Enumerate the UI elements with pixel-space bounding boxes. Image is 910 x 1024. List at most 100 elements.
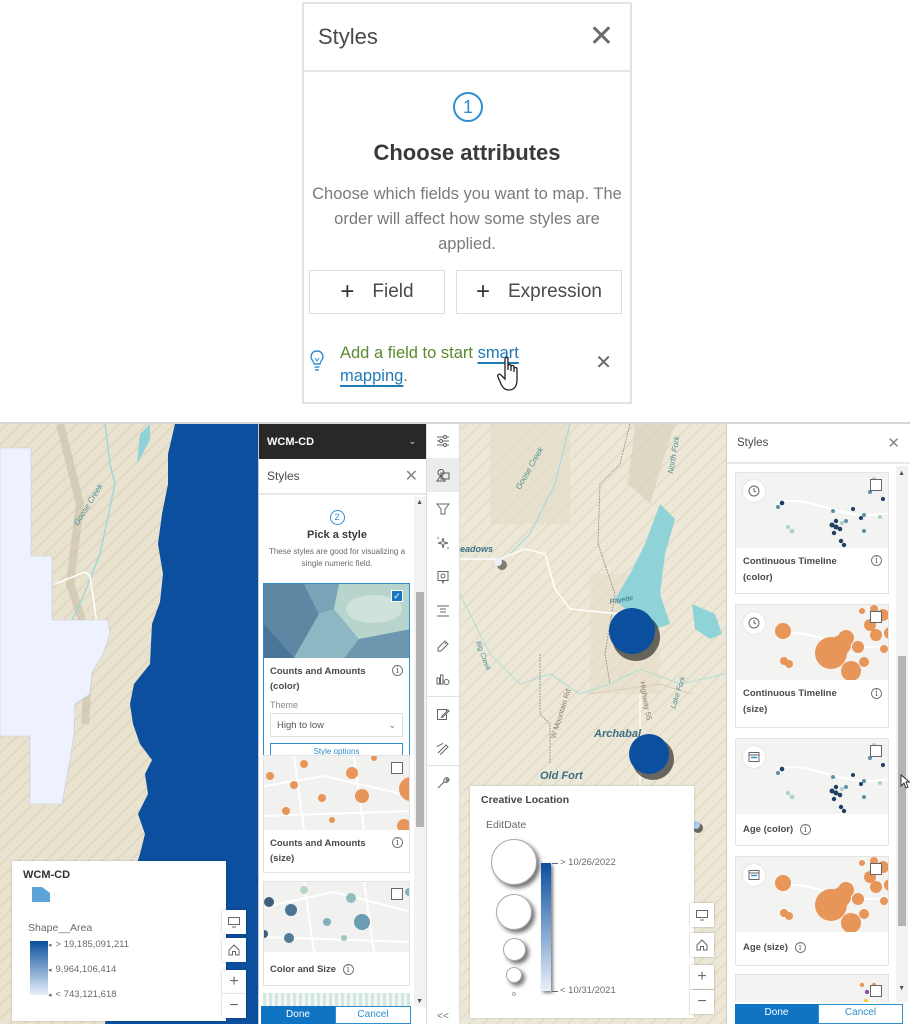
labels-icon: [437, 640, 449, 652]
zoom-out-button[interactable]: −: [222, 994, 246, 1018]
style-list[interactable]: Continuous Timeline (color) i Continuous…: [727, 466, 895, 1002]
calendar-icon: [748, 870, 760, 880]
labels-button[interactable]: [427, 628, 459, 662]
theme-select[interactable]: High to low ⌄: [270, 713, 403, 737]
scroll-down-icon[interactable]: ▼: [898, 985, 905, 992]
badge: [743, 612, 765, 634]
properties-button[interactable]: [427, 424, 459, 458]
edit-button[interactable]: [427, 697, 459, 731]
close-icon[interactable]: ✕: [887, 434, 900, 452]
step-description: Choose which fields you want to map. The…: [312, 185, 622, 253]
scrollbar[interactable]: ▲ ▼: [414, 497, 426, 1007]
scrollbar-thumb[interactable]: [898, 656, 906, 926]
calendar-icon: [748, 752, 760, 762]
screen-icon: [696, 909, 708, 920]
home-icon: [228, 944, 240, 956]
collapse-icon: <<: [437, 1011, 449, 1022]
right-map-view[interactable]: Goose Creek North Fork eadows Payette Bi…: [460, 424, 726, 1024]
layer-selector[interactable]: WCM-CD ⌄: [259, 424, 426, 459]
info-icon[interactable]: i: [871, 688, 882, 699]
chevron-down-icon: ⌄: [388, 719, 396, 730]
step-number-badge: 1: [453, 92, 483, 122]
properties-icon: [437, 435, 449, 447]
configure-clustering-icon: [436, 674, 450, 685]
color-size-preview: [264, 882, 409, 952]
scrollbar[interactable]: ▲ ▼: [896, 466, 908, 1002]
layer-name: WCM-CD: [267, 435, 315, 448]
style-card-age-size[interactable]: Age (size) i: [735, 856, 889, 966]
info-icon[interactable]: i: [794, 942, 806, 953]
cancel-button[interactable]: Cancel: [818, 1004, 903, 1024]
cancel-button[interactable]: Cancel: [335, 1006, 411, 1024]
style-card-color-size[interactable]: Color and Size i: [263, 881, 410, 986]
zoom-out-button[interactable]: −: [690, 990, 714, 1014]
style-card-next[interactable]: [735, 974, 889, 1002]
style-checkbox[interactable]: [870, 745, 882, 757]
legend-layer-title: WCM-CD: [23, 869, 71, 881]
filter-icon: [436, 503, 450, 515]
zoom-in-button[interactable]: +: [690, 965, 714, 989]
color-ramp: [541, 863, 551, 991]
close-icon[interactable]: ✕: [589, 22, 614, 52]
screen-button[interactable]: [222, 910, 246, 934]
effects-button[interactable]: [427, 526, 459, 560]
styles-button[interactable]: [427, 458, 459, 492]
badge: [743, 746, 765, 768]
info-icon[interactable]: i: [392, 665, 403, 676]
style-checkbox[interactable]: [391, 888, 403, 900]
theme-value: High to low: [277, 719, 324, 731]
filter-button[interactable]: [427, 492, 459, 526]
info-icon[interactable]: i: [392, 837, 403, 848]
scroll-down-icon[interactable]: ▼: [416, 998, 423, 1005]
info-icon[interactable]: i: [871, 555, 882, 566]
clustering-button[interactable]: [427, 662, 459, 696]
screen-button[interactable]: [690, 903, 714, 927]
scrollbar-thumb[interactable]: [416, 592, 424, 827]
scroll-up-icon[interactable]: ▲: [416, 499, 423, 506]
close-icon[interactable]: ✕: [405, 466, 418, 486]
style-checkbox[interactable]: [870, 863, 882, 875]
scroll-up-icon[interactable]: ▲: [898, 470, 905, 477]
panel-header: Styles ✕: [304, 4, 630, 72]
style-checkbox[interactable]: [870, 611, 882, 623]
done-button[interactable]: Done: [735, 1004, 818, 1024]
style-card-timeline-color[interactable]: Continuous Timeline (color) i: [735, 472, 889, 594]
style-list[interactable]: 2 Pick a style These styles are good for…: [259, 497, 415, 1007]
style-checkbox[interactable]: [870, 479, 882, 491]
zoom-in-button[interactable]: +: [222, 970, 246, 994]
home-button[interactable]: [690, 933, 714, 957]
dismiss-tip-icon[interactable]: ✕: [595, 350, 612, 375]
style-thumbnail: [736, 473, 888, 548]
collapse-button[interactable]: <<: [427, 1011, 459, 1022]
add-field-button[interactable]: + Field: [309, 270, 445, 314]
style-card-counts-size[interactable]: Counts and Amounts (size) i: [263, 755, 410, 873]
step-number-badge: 2: [329, 510, 345, 525]
add-expression-button[interactable]: + Expression: [456, 270, 622, 314]
left-map-view[interactable]: Goose Creek WCM-CD Shape__Area > 19,185,…: [0, 424, 258, 1024]
home-button[interactable]: [222, 938, 246, 962]
legend-mid-value: 9,964,106,414: [48, 964, 117, 975]
done-button[interactable]: Done: [261, 1006, 335, 1024]
style-card-counts-color[interactable]: ✓ Counts and Amounts (color) i Theme Hig…: [263, 583, 410, 767]
panel-footer: Done Cancel: [735, 1004, 903, 1024]
map-point[interactable]: [629, 734, 669, 774]
style-card-label: Counts and Amounts (size): [270, 838, 366, 864]
tools-button[interactable]: [427, 766, 459, 800]
info-icon[interactable]: i: [342, 964, 354, 975]
style-card-timeline-size[interactable]: Continuous Timeline (size) i: [735, 604, 889, 728]
selected-checkbox[interactable]: ✓: [391, 590, 403, 602]
sketch-button[interactable]: [427, 731, 459, 765]
sketch-icon: [436, 742, 449, 755]
fields-button[interactable]: [427, 594, 459, 628]
unique-values-preview: [736, 975, 888, 1002]
action-bar: <<: [426, 424, 460, 1024]
popups-button[interactable]: [427, 560, 459, 594]
map-point[interactable]: [494, 558, 502, 566]
info-icon[interactable]: i: [799, 824, 811, 835]
style-checkbox[interactable]: [391, 762, 403, 774]
style-checkbox[interactable]: [870, 985, 882, 997]
map-point[interactable]: [609, 608, 655, 654]
choropleth-preview: [264, 584, 409, 658]
style-card-age-color[interactable]: Age (color) i: [735, 738, 889, 846]
style-thumbnail: [264, 756, 409, 830]
